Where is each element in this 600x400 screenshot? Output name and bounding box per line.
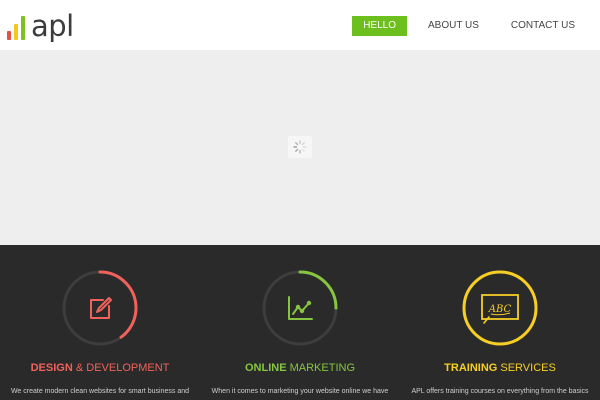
service-training-services: ABC TRAINING SERVICES APL offers trainin… — [400, 245, 600, 400]
nav-item-about-us[interactable]: ABOUT US — [417, 16, 490, 36]
service-title-rest: MARKETING — [286, 362, 355, 374]
service-title: ONLINE MARKETING — [200, 362, 400, 374]
service-online-marketing: ONLINE MARKETING When it comes to market… — [200, 245, 400, 400]
service-ring: ABC — [462, 270, 538, 346]
spinner-icon — [288, 136, 312, 158]
edit-icon — [90, 297, 112, 319]
service-description: APL offers training courses on everythin… — [411, 388, 589, 395]
service-title-strong: ONLINE — [244, 362, 287, 374]
logo-bar-green — [21, 16, 25, 40]
service-ring — [262, 270, 338, 346]
service-title-rest: & DEVELOPMENT — [72, 362, 170, 374]
hero-slider — [0, 50, 600, 245]
service-description: We create modern clean websites for smar… — [10, 388, 190, 395]
nav-item-hello[interactable]: HELLO — [352, 16, 407, 36]
abc-board-icon: ABC — [481, 294, 519, 324]
service-design-development: DESIGN & DEVELOPMENT We create modern cl… — [0, 245, 200, 400]
site-header: apl HELLO ABOUT US CONTACT US — [0, 0, 600, 50]
logo-bar-yellow — [14, 24, 18, 40]
logo-bars-icon — [7, 14, 25, 40]
service-title-rest: SERVICES — [497, 362, 556, 374]
services-section: DESIGN & DEVELOPMENT We create modern cl… — [0, 245, 600, 400]
logo-bar-red — [7, 31, 11, 40]
service-ring — [62, 270, 138, 346]
service-title-strong: DESIGN — [30, 362, 73, 374]
main-nav: HELLO ABOUT US CONTACT US — [342, 16, 586, 36]
service-description: When it comes to marketing your website … — [211, 388, 389, 395]
logo[interactable]: apl — [7, 8, 74, 43]
nav-item-contact-us[interactable]: CONTACT US — [500, 16, 586, 36]
chart-icon — [288, 296, 313, 320]
service-title-strong: TRAINING — [444, 362, 498, 374]
service-title: TRAINING SERVICES — [400, 362, 600, 374]
logo-text: apl — [31, 9, 74, 43]
service-title: DESIGN & DEVELOPMENT — [0, 362, 200, 374]
